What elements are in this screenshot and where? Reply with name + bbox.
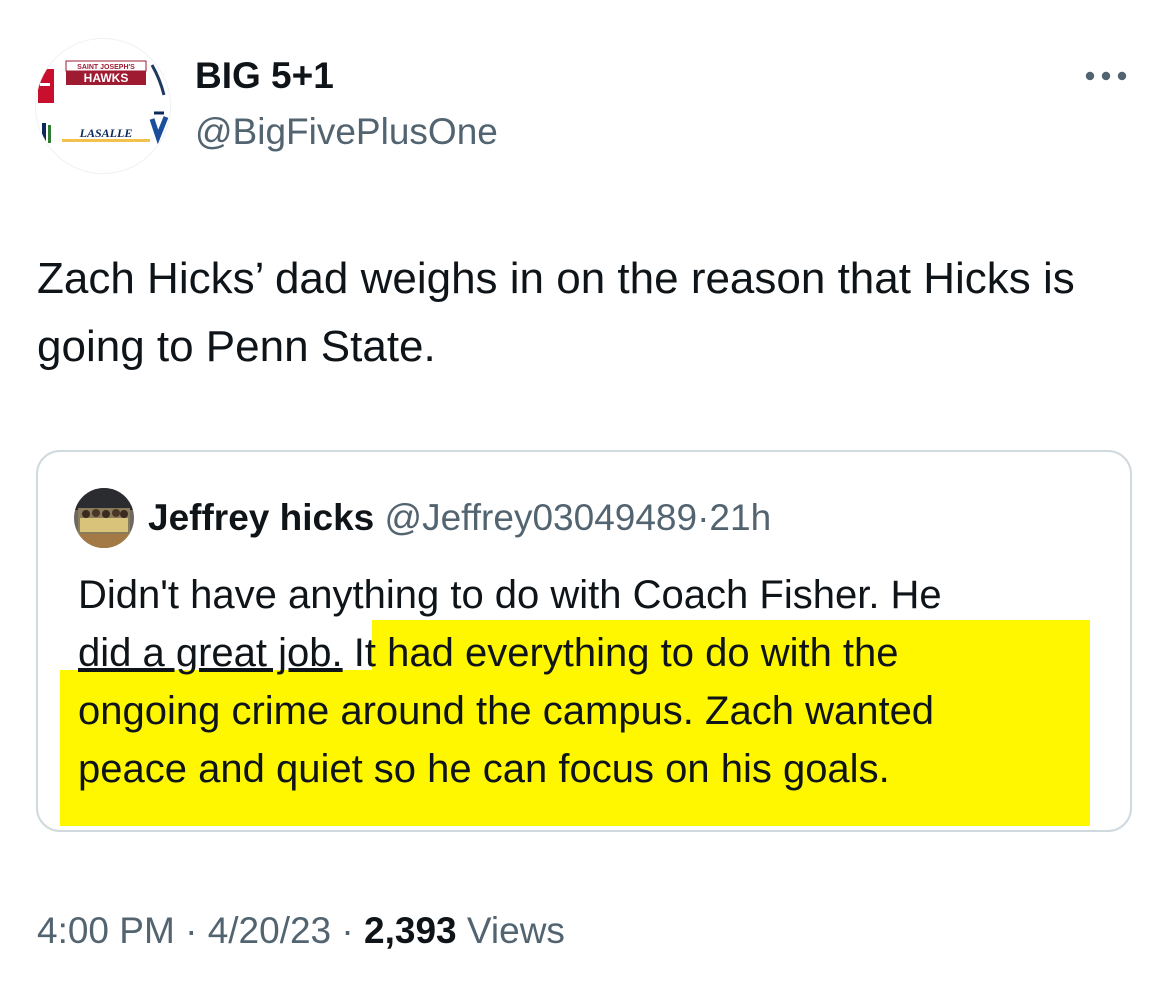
tweet-time[interactable]: 4:00 PM <box>37 910 175 951</box>
quoted-tweet-card[interactable]: Jeffrey hicks @Jeffrey03049489·21h Didn'… <box>36 450 1132 832</box>
quote-author-name[interactable]: Jeffrey hicks <box>148 497 374 538</box>
logo-text-top: SAINT JOSEPH'S <box>77 64 135 71</box>
quote-author-avatar[interactable] <box>74 488 134 548</box>
quote-text-line-2-highlight: It had everything to do with the <box>342 631 899 675</box>
big5-logo-collage: SAINT JOSEPH'S HAWKS LASALLE <box>36 39 170 173</box>
team-photo-avatar <box>74 488 134 548</box>
quote-text-line-1: Didn't have anything to do with Coach Fi… <box>78 573 942 617</box>
quote-text-line-2: did a great job. It had everything to do… <box>78 624 899 682</box>
quote-separator: · <box>697 497 710 538</box>
author-display-name[interactable]: BIG 5+1 <box>195 54 334 98</box>
quote-author-handle[interactable]: @Jeffrey03049489 <box>385 497 698 538</box>
more-horizontal-icon <box>1085 71 1127 81</box>
views-label[interactable]: Views <box>467 910 565 951</box>
quote-timestamp[interactable]: 21h <box>709 497 771 538</box>
meta-separator-2: · <box>341 910 354 951</box>
quote-text-line-3: ongoing crime around the campus. Zach wa… <box>78 689 935 733</box>
meta-separator-1: · <box>185 910 198 951</box>
tweet-date[interactable]: 4/20/23 <box>208 910 331 951</box>
author-avatar[interactable]: SAINT JOSEPH'S HAWKS LASALLE <box>35 38 171 174</box>
quote-text-line-4: peace and quiet so he can focus on his g… <box>78 747 890 791</box>
quote-header: Jeffrey hicks @Jeffrey03049489·21h <box>148 495 771 541</box>
tweet-meta: 4:00 PM · 4/20/23 · 2,393 Views <box>37 906 565 956</box>
author-handle[interactable]: @BigFivePlusOne <box>195 110 498 154</box>
logo-text-main: HAWKS <box>84 71 129 85</box>
more-options-button[interactable] <box>1080 62 1132 90</box>
quote-text-line-2-plain: did a great job. <box>78 631 343 675</box>
tweet-page: SAINT JOSEPH'S HAWKS LASALLE BIG 5+1 @Bi… <box>0 0 1170 984</box>
views-count[interactable]: 2,393 <box>364 910 457 951</box>
tweet-text: Zach Hicks’ dad weighs in on the reason … <box>37 254 1075 371</box>
logo-text-bottom: LASALLE <box>79 126 133 140</box>
